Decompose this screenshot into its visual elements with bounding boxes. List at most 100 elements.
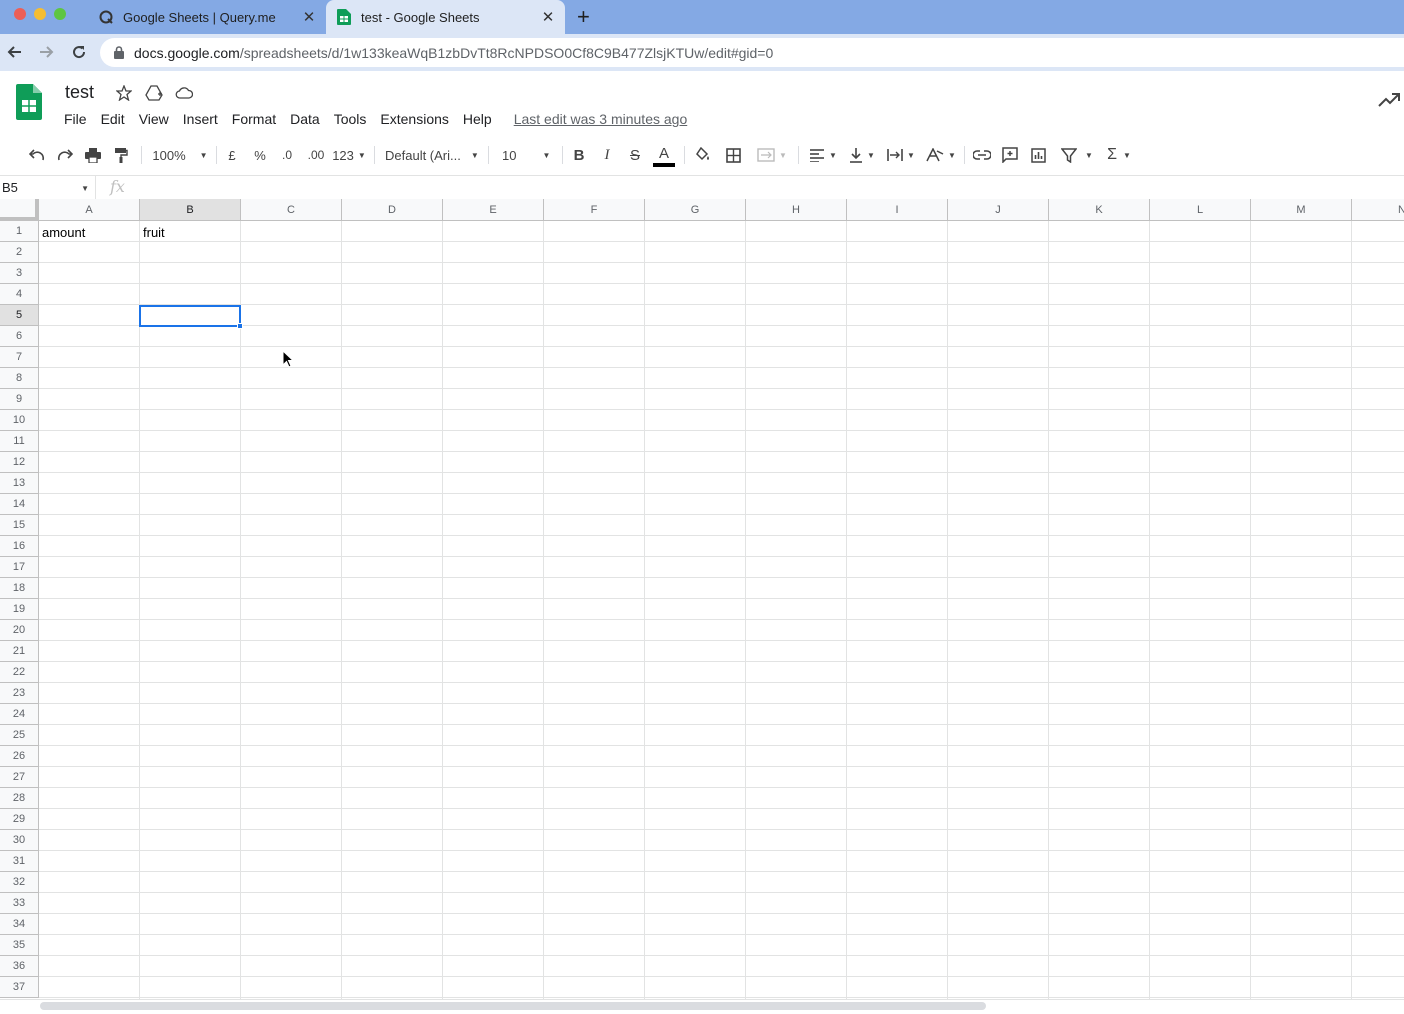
print-icon[interactable]	[82, 139, 104, 171]
font-family-select[interactable]: Default (Ari... ▼	[385, 139, 481, 171]
menu-file[interactable]: File	[58, 109, 93, 129]
row-header-7[interactable]: 7	[0, 347, 39, 368]
vertical-align-icon[interactable]: ▼	[845, 139, 879, 171]
text-color-button[interactable]: A	[652, 139, 676, 171]
move-to-drive-icon[interactable]	[144, 83, 164, 103]
minimize-window-button[interactable]	[34, 8, 46, 20]
row-header-37[interactable]: 37	[0, 977, 39, 998]
row-header-36[interactable]: 36	[0, 956, 39, 977]
new-tab-button[interactable]: +	[577, 4, 590, 30]
paint-format-icon[interactable]	[110, 139, 132, 171]
bold-button[interactable]: B	[569, 139, 589, 171]
row-header-26[interactable]: 26	[0, 746, 39, 767]
text-rotation-icon[interactable]: ▼	[923, 139, 959, 171]
column-header-k[interactable]: K	[1049, 199, 1150, 221]
lock-icon[interactable]	[114, 46, 124, 59]
column-header-l[interactable]: L	[1150, 199, 1251, 221]
column-header-c[interactable]: C	[241, 199, 342, 221]
column-header-g[interactable]: G	[645, 199, 746, 221]
horizontal-scrollbar-thumb[interactable]	[40, 1002, 986, 1010]
menu-edit[interactable]: Edit	[95, 109, 131, 129]
redo-icon[interactable]	[54, 139, 76, 171]
trend-up-icon[interactable]	[1378, 93, 1400, 112]
selected-cell-b5[interactable]	[139, 305, 243, 329]
row-header-28[interactable]: 28	[0, 788, 39, 809]
browser-tab-query-me[interactable]: Google Sheets | Query.me ✕	[88, 0, 326, 34]
row-header-16[interactable]: 16	[0, 536, 39, 557]
cell-b1[interactable]: fruit	[143, 225, 165, 240]
text-wrapping-icon[interactable]: ▼	[884, 139, 918, 171]
column-header-e[interactable]: E	[443, 199, 544, 221]
row-header-2[interactable]: 2	[0, 242, 39, 263]
decrease-decimal-button[interactable]: .0	[276, 139, 298, 171]
sheets-logo-icon[interactable]	[16, 84, 42, 125]
fill-handle[interactable]	[237, 323, 243, 329]
url-field[interactable]: docs.google.com/spreadsheets/d/1w133keaW…	[100, 38, 1404, 67]
zoom-select[interactable]: 100% ▼	[150, 139, 210, 171]
row-header-34[interactable]: 34	[0, 914, 39, 935]
borders-icon[interactable]	[722, 139, 744, 171]
menu-data[interactable]: Data	[284, 109, 326, 129]
browser-tab-sheets[interactable]: test - Google Sheets ✕	[326, 0, 565, 34]
horizontal-align-icon[interactable]: ▼	[806, 139, 840, 171]
menu-insert[interactable]: Insert	[177, 109, 224, 129]
column-header-d[interactable]: D	[342, 199, 443, 221]
forward-arrow-icon[interactable]	[34, 40, 58, 64]
insert-chart-icon[interactable]	[1027, 139, 1049, 171]
row-header-6[interactable]: 6	[0, 326, 39, 347]
increase-decimal-button[interactable]: .00	[303, 139, 329, 171]
insert-link-icon[interactable]	[971, 139, 993, 171]
row-header-23[interactable]: 23	[0, 683, 39, 704]
row-header-22[interactable]: 22	[0, 662, 39, 683]
number-format-select[interactable]: 123 ▼	[332, 139, 366, 171]
row-header-13[interactable]: 13	[0, 473, 39, 494]
column-header-j[interactable]: J	[948, 199, 1049, 221]
select-all-corner[interactable]	[0, 199, 39, 221]
row-header-14[interactable]: 14	[0, 494, 39, 515]
row-header-25[interactable]: 25	[0, 725, 39, 746]
filter-icon[interactable]: ▼	[1057, 139, 1097, 171]
row-header-33[interactable]: 33	[0, 893, 39, 914]
row-header-24[interactable]: 24	[0, 704, 39, 725]
row-header-18[interactable]: 18	[0, 578, 39, 599]
close-tab-icon[interactable]: ✕	[537, 8, 559, 26]
column-header-n[interactable]: N	[1352, 199, 1404, 221]
row-header-15[interactable]: 15	[0, 515, 39, 536]
row-header-20[interactable]: 20	[0, 620, 39, 641]
row-header-10[interactable]: 10	[0, 410, 39, 431]
currency-button[interactable]: £	[222, 139, 242, 171]
name-box[interactable]: B5 ▼	[0, 176, 96, 199]
strikethrough-button[interactable]: S	[625, 139, 645, 171]
horizontal-scrollbar[interactable]	[0, 999, 1404, 1014]
spreadsheet-grid[interactable]: ABCDEFGHIJKLMN 1 2 3 4 5 6 7 8 9 10 11 12 13 14 15 16 17…	[0, 199, 1404, 999]
font-size-select[interactable]: 10 ▼	[496, 139, 556, 171]
italic-button[interactable]: I	[597, 139, 617, 171]
row-header-5[interactable]: 5	[0, 305, 39, 326]
row-header-17[interactable]: 17	[0, 557, 39, 578]
row-header-4[interactable]: 4	[0, 284, 39, 305]
menu-tools[interactable]: Tools	[328, 109, 373, 129]
cell-a1[interactable]: amount	[42, 225, 85, 240]
row-header-19[interactable]: 19	[0, 599, 39, 620]
menu-format[interactable]: Format	[226, 109, 282, 129]
undo-icon[interactable]	[26, 139, 48, 171]
column-header-b[interactable]: B	[140, 199, 241, 221]
row-header-11[interactable]: 11	[0, 431, 39, 452]
row-header-31[interactable]: 31	[0, 851, 39, 872]
menu-view[interactable]: View	[133, 109, 175, 129]
menu-extensions[interactable]: Extensions	[374, 109, 454, 129]
column-header-i[interactable]: I	[847, 199, 948, 221]
row-header-27[interactable]: 27	[0, 767, 39, 788]
column-header-m[interactable]: M	[1251, 199, 1352, 221]
row-header-32[interactable]: 32	[0, 872, 39, 893]
column-header-f[interactable]: F	[544, 199, 645, 221]
fill-color-icon[interactable]	[692, 139, 714, 171]
formula-input[interactable]	[140, 180, 1400, 196]
row-header-1[interactable]: 1	[0, 221, 39, 242]
row-header-35[interactable]: 35	[0, 935, 39, 956]
row-header-30[interactable]: 30	[0, 830, 39, 851]
merge-cells-icon[interactable]: ▼	[752, 139, 792, 171]
insert-comment-icon[interactable]	[999, 139, 1021, 171]
row-header-8[interactable]: 8	[0, 368, 39, 389]
document-title[interactable]: test	[65, 82, 94, 103]
